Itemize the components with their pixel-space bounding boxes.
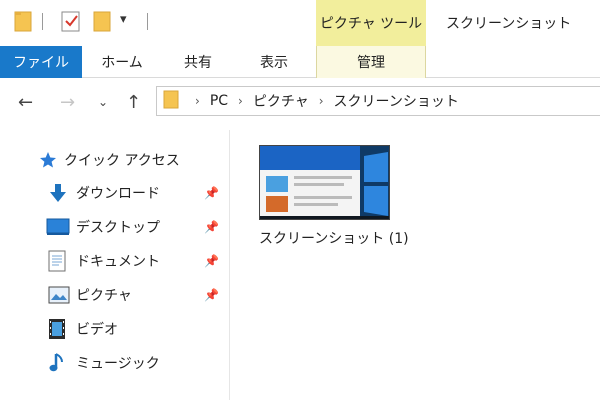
pin-icon[interactable]: 📌: [204, 254, 219, 268]
film-icon: [48, 318, 66, 340]
breadcrumb-screenshots[interactable]: スクリーンショット: [334, 91, 459, 111]
properties-checkmark-icon[interactable]: [60, 10, 82, 36]
toolbar-separator: [147, 13, 148, 30]
breadcrumb-separator-icon[interactable]: ›: [238, 94, 243, 108]
folder-icon[interactable]: [14, 10, 32, 36]
document-icon: [48, 250, 66, 272]
tab-file[interactable]: ファイル: [0, 46, 82, 78]
address-bar[interactable]: › PC › ピクチャ › スクリーンショット: [156, 86, 600, 116]
file-name: スクリーンショット (1): [259, 231, 409, 247]
sidebar-item-desktop[interactable]: デスクトップ 📌: [0, 212, 230, 242]
tab-view[interactable]: 表示: [248, 46, 300, 78]
new-folder-icon[interactable]: [93, 10, 111, 36]
navigation-pane: クイック アクセス ダウンロード 📌 デスクトップ 📌 ドキュメント 📌 ピクチ…: [0, 130, 230, 400]
breadcrumb-pc[interactable]: PC: [210, 93, 228, 109]
sidebar-item-documents[interactable]: ドキュメント 📌: [0, 246, 230, 276]
toolbar-separator: [42, 13, 43, 30]
sidebar-item-pictures[interactable]: ピクチャ 📌: [0, 280, 230, 310]
pin-icon[interactable]: 📌: [204, 186, 219, 200]
sidebar-item-music[interactable]: ミュージック: [0, 348, 230, 378]
title-bar: ▾ ピクチャ ツール スクリーンショット: [0, 0, 600, 46]
sidebar-item-downloads[interactable]: ダウンロード 📌: [0, 178, 230, 208]
tab-share[interactable]: 共有: [172, 46, 224, 78]
sidebar-item-quick-access[interactable]: クイック アクセス: [0, 145, 230, 175]
forward-arrow-icon[interactable]: →: [60, 92, 75, 113]
picture-icon: [48, 286, 70, 304]
folder-icon: [163, 89, 179, 113]
desktop-icon: [46, 217, 70, 237]
pin-icon[interactable]: 📌: [204, 220, 219, 234]
tab-home[interactable]: ホーム: [96, 46, 148, 78]
ribbon-tabs: ファイル ホーム 共有 表示 管理: [0, 46, 600, 78]
pin-icon[interactable]: 📌: [204, 288, 219, 302]
sidebar-item-videos[interactable]: ビデオ: [0, 314, 230, 344]
window-title: スクリーンショット: [446, 16, 572, 32]
up-arrow-icon[interactable]: ↑: [126, 92, 141, 113]
picture-tools-context-header: ピクチャ ツール: [316, 0, 426, 46]
breadcrumb-separator-icon[interactable]: ›: [195, 94, 200, 108]
back-arrow-icon[interactable]: ←: [18, 92, 33, 113]
breadcrumb-pictures[interactable]: ピクチャ: [253, 91, 309, 111]
file-list: スクリーンショット (1): [231, 130, 600, 400]
customize-toolbar-dropdown-icon[interactable]: ▾: [120, 12, 127, 27]
tab-manage[interactable]: 管理: [316, 46, 426, 78]
music-note-icon: [48, 352, 66, 374]
breadcrumb-separator-icon[interactable]: ›: [319, 94, 324, 108]
star-icon: [38, 150, 58, 170]
recent-locations-chevron-icon[interactable]: ⌄: [98, 95, 108, 109]
screenshot-thumbnail: [259, 145, 390, 220]
file-item-screenshot-1[interactable]: スクリーンショット (1): [255, 142, 409, 252]
download-arrow-icon: [48, 182, 68, 204]
